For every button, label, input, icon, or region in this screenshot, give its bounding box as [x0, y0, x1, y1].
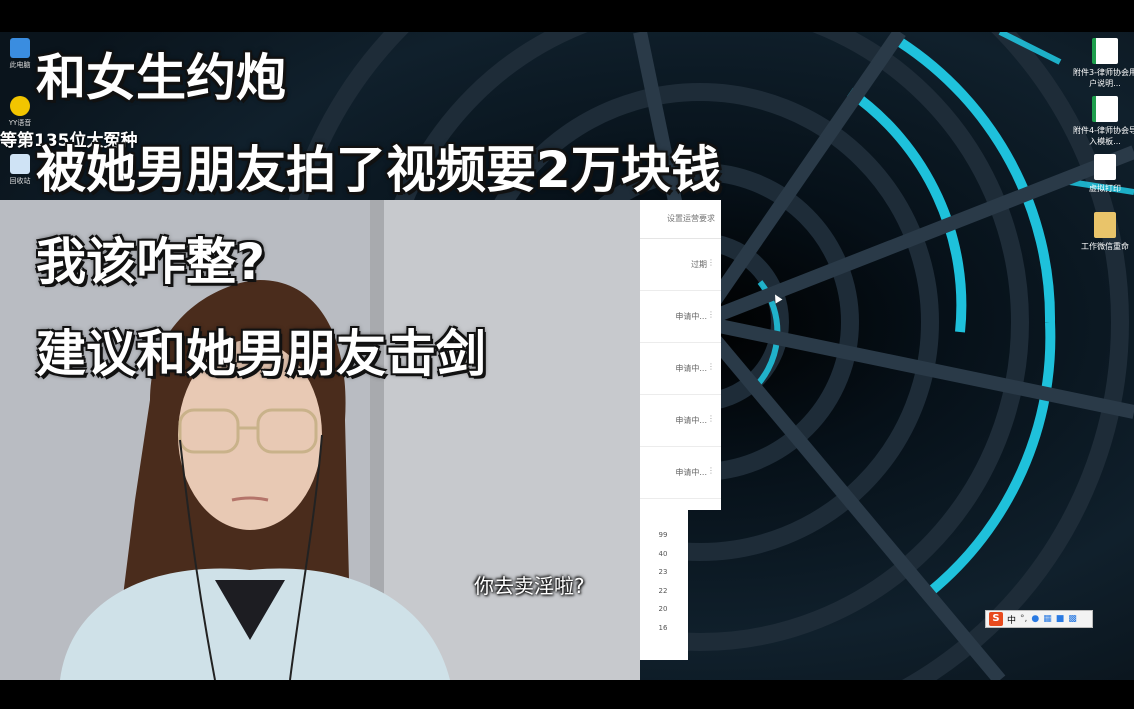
folder-zip-icon [1094, 212, 1116, 238]
desktop-icon-file-1[interactable]: 附件3-律师协会用户说明... [1070, 38, 1134, 89]
more-icon[interactable]: ⋮ [707, 466, 715, 475]
row-status: 申请中... [675, 364, 707, 373]
more-icon[interactable]: ⋮ [707, 310, 715, 319]
desktop-icon-label: 此电脑 [9, 61, 31, 69]
more-icon[interactable]: ⋮ [707, 258, 715, 267]
settings-grid-icon[interactable]: ▩ [1068, 614, 1077, 624]
number-cell: 22 [658, 586, 668, 595]
panel-row[interactable]: 申请中... ⋮ [639, 447, 721, 499]
panel-header: 设置运营要求 [639, 200, 721, 239]
panel-row[interactable]: 申请中... ⋮ [639, 343, 721, 395]
desktop-icon-label: 回收站 [9, 177, 31, 185]
document-file-icon [1094, 154, 1116, 180]
panel-row[interactable]: 过期 ⋮ [639, 239, 721, 291]
video-subtitle: 你去卖淫啦? [474, 574, 585, 598]
status-panel: 设置运营要求 过期 ⋮ 申请中... ⋮ 申请中... ⋮ 申请中... ⋮ 申请中..… [638, 200, 721, 510]
number-cell: 40 [658, 549, 668, 558]
spreadsheet-file-icon [1092, 38, 1118, 64]
ime-toolbar[interactable]: S 中 °, ● ▦ ■ ▩ [985, 610, 1093, 628]
keyboard-icon[interactable]: ▦ [1043, 614, 1052, 624]
desktop-icon-label: 附件4-律师协会导入模板... [1073, 126, 1134, 146]
desktop-icon-label: 虚拟打印 [1089, 184, 1121, 193]
row-status: 过期 [691, 260, 707, 269]
ime-language[interactable]: 中 [1007, 613, 1016, 626]
spreadsheet-file-icon [1092, 96, 1118, 122]
panel-row[interactable]: 申请中... ⋮ [639, 395, 721, 447]
caption-line-3: 我该咋整? [36, 233, 266, 291]
panel-row[interactable]: 申请中... ⋮ [639, 291, 721, 343]
number-cell: 20 [658, 605, 668, 613]
number-cell: 16 [658, 623, 668, 632]
row-status: 申请中... [675, 416, 707, 425]
desktop-icon-label: 工作微信重命 [1081, 242, 1129, 251]
more-icon[interactable]: ⋮ [707, 362, 715, 371]
desktop-icon-yy[interactable]: YY语音 [6, 96, 34, 128]
desktop-icon-recycle[interactable]: 回收站 [6, 154, 34, 186]
microphone-icon[interactable]: ● [1031, 614, 1039, 624]
number-column: 99 40 23 22 20 16 [638, 510, 688, 660]
punctuation-icon[interactable]: °, [1020, 614, 1027, 624]
desktop-icon-file-3[interactable]: 虚拟打印 [1070, 154, 1134, 194]
caption-line-1: 和女生约炮 [36, 49, 286, 107]
desktop-icon-computer[interactable]: 此电脑 [6, 38, 34, 70]
skin-icon[interactable]: ■ [1056, 614, 1065, 624]
sogou-logo-icon[interactable]: S [989, 612, 1003, 626]
more-icon[interactable]: ⋮ [707, 414, 715, 423]
desktop-icon-label: 附件3-律师协会用户说明... [1073, 68, 1134, 88]
yy-icon [10, 96, 30, 116]
computer-icon [10, 38, 30, 58]
desktop-icon-file-2[interactable]: 附件4-律师协会导入模板... [1070, 96, 1134, 147]
caption-line-4: 建议和她男朋友击剑 [36, 325, 486, 383]
row-status: 申请中... [675, 468, 707, 477]
caption-line-2: 被她男朋友拍了视频要2万块钱 [36, 141, 721, 199]
recycle-bin-icon [10, 154, 30, 174]
number-cell: 99 [658, 531, 668, 539]
row-status: 申请中... [675, 312, 707, 321]
number-cell: 23 [658, 568, 668, 576]
desktop-icon-file-4[interactable]: 工作微信重命 [1070, 212, 1134, 252]
